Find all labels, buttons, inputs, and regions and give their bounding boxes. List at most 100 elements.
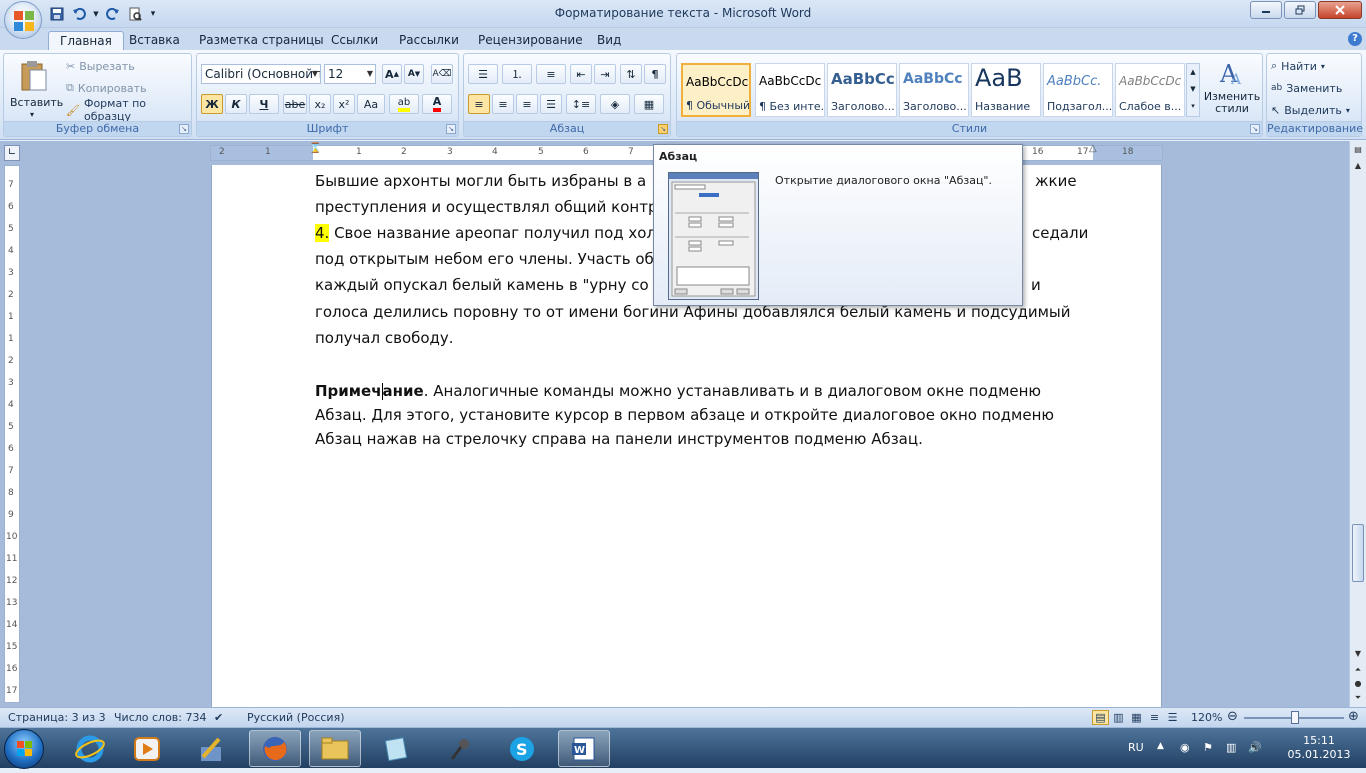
tray-app-icon[interactable]: ◉ <box>1180 741 1190 754</box>
style-title[interactable]: AaB Название <box>971 63 1041 117</box>
file-explorer-icon[interactable] <box>309 730 361 767</box>
change-case-button[interactable]: Aa <box>357 94 385 114</box>
tools-app-icon[interactable] <box>185 730 237 767</box>
align-center-button[interactable]: ≡ <box>492 94 514 114</box>
select-button[interactable]: ↖ Выделить ▾ <box>1271 100 1350 120</box>
numbering-button[interactable]: ⒈ <box>502 64 532 84</box>
page-counter[interactable]: Страница: 3 из 3 <box>8 711 106 724</box>
line-spacing-button[interactable]: ↕≡ <box>566 94 596 114</box>
text-line[interactable]: получал свободу. <box>315 325 1115 351</box>
decrease-indent-button[interactable]: ⇤ <box>570 64 592 84</box>
previous-page-icon[interactable]: ⏶ <box>1351 663 1365 677</box>
shrink-font-button[interactable]: A ▼ <box>404 64 424 84</box>
browse-object-icon[interactable]: ● <box>1351 677 1365 691</box>
borders-button[interactable]: ▦ <box>634 94 664 114</box>
restore-button[interactable] <box>1284 1 1316 19</box>
shading-button[interactable]: ◈ <box>600 94 630 114</box>
tab-review[interactable]: Рецензирование <box>467 31 594 50</box>
network-icon[interactable]: ▥ <box>1226 741 1236 754</box>
font-name-combo[interactable]: Calibri (Основной те ▼ <box>201 64 321 84</box>
scroll-up-icon[interactable]: ▲ <box>1187 64 1199 81</box>
office-button[interactable] <box>4 1 42 39</box>
minimize-button[interactable] <box>1250 1 1282 19</box>
start-button[interactable] <box>4 729 44 769</box>
text-line[interactable]: Абзац нажав на стрелочку справа на панел… <box>315 427 1115 451</box>
tray-flag-icon[interactable]: ⚑ <box>1203 741 1213 754</box>
change-styles-button[interactable]: AA Изменить стили <box>1203 58 1261 118</box>
multilevel-list-button[interactable]: ≡ <box>536 64 566 84</box>
bullets-button[interactable]: ☰ <box>468 64 498 84</box>
justify-button[interactable]: ☰ <box>540 94 562 114</box>
scroll-down-icon[interactable]: ▼ <box>1187 81 1199 98</box>
tab-home[interactable]: Главная <box>48 31 124 50</box>
font-size-combo[interactable]: 12 ▼ <box>324 64 376 84</box>
style-normal[interactable]: AaBbCcDc ¶ Обычный <box>681 63 751 117</box>
style-subtle-emphasis[interactable]: AaBbCcDc Слабое в... <box>1115 63 1185 117</box>
text-line[interactable]: Примечание. Аналогичные команды можно ус… <box>315 379 1115 403</box>
draft-view-icon[interactable]: ☰ <box>1164 710 1181 725</box>
replace-button[interactable]: ab Заменить <box>1271 78 1342 98</box>
style-subtitle[interactable]: AaBbCc. Подзагол... <box>1043 63 1113 117</box>
media-player-icon[interactable] <box>121 730 173 767</box>
tab-references[interactable]: Ссылки <box>320 31 389 50</box>
word-taskbar-icon[interactable]: W <box>558 730 610 767</box>
first-line-indent-icon[interactable]: ⌛ <box>309 143 321 154</box>
highlight-button[interactable]: ab <box>389 94 419 114</box>
tab-insert[interactable]: Вставка <box>118 31 191 50</box>
copy-button[interactable]: ⧉ Копировать <box>66 78 147 98</box>
scroll-down-arrow[interactable]: ▼ <box>1351 647 1365 661</box>
bold-button[interactable]: Ж <box>201 94 223 114</box>
help-icon[interactable]: ? <box>1348 32 1362 46</box>
subscript-button[interactable]: x₂ <box>309 94 331 114</box>
paragraph-launcher-icon[interactable]: ↘ <box>658 124 668 134</box>
style-no-spacing[interactable]: AaBbCcDc ¶ Без инте... <box>755 63 825 117</box>
underline-button[interactable]: Ч <box>249 94 279 114</box>
tab-selector-icon[interactable]: ∟ <box>4 145 20 161</box>
right-indent-icon[interactable]: △ <box>1089 143 1097 154</box>
font-launcher-icon[interactable]: ↘ <box>446 124 456 134</box>
format-painter-button[interactable]: 🖌 Формат по образцу <box>66 97 191 123</box>
print-layout-view-icon[interactable]: ▤ <box>1092 710 1109 725</box>
full-screen-reading-icon[interactable]: ▥ <box>1110 710 1127 725</box>
vertical-ruler[interactable]: 7 6 5 4 3 2 1 1 2 3 4 5 6 7 8 9 10 11 12… <box>4 165 20 703</box>
notes-app-icon[interactable] <box>371 730 423 767</box>
vertical-scrollbar[interactable]: ▤ ▲ ▼ ⏶ ● ⏷ <box>1349 141 1366 707</box>
clock[interactable]: 15:11 05.01.2013 <box>1284 734 1354 762</box>
firefox-icon[interactable] <box>249 730 301 767</box>
tab-mailings[interactable]: Рассылки <box>388 31 470 50</box>
font-color-button[interactable]: A <box>422 94 452 114</box>
next-page-icon[interactable]: ⏷ <box>1351 691 1365 705</box>
scrollbar-thumb[interactable] <box>1352 524 1364 582</box>
zoom-slider-thumb[interactable] <box>1291 711 1299 724</box>
internet-explorer-icon[interactable] <box>64 730 116 767</box>
word-count[interactable]: Число слов: 734 <box>114 711 207 724</box>
show-marks-button[interactable]: ¶ <box>644 64 666 84</box>
ruler-toggle-icon[interactable]: ▤ <box>1351 143 1365 157</box>
paste-button[interactable]: Вставить ▾ <box>10 58 63 119</box>
style-heading1[interactable]: AaBbCc Заголово... <box>827 63 897 117</box>
zoom-in-icon[interactable]: ⊕ <box>1348 709 1359 724</box>
styles-scroll[interactable]: ▲ ▼ ▾ <box>1186 63 1200 117</box>
web-layout-icon[interactable]: ▦ <box>1128 710 1145 725</box>
zoom-out-icon[interactable]: ⊖ <box>1227 709 1238 724</box>
cut-button[interactable]: ✂ Вырезать <box>66 56 135 76</box>
more-styles-icon[interactable]: ▾ <box>1187 98 1199 115</box>
italic-button[interactable]: К <box>225 94 247 114</box>
scroll-up-arrow[interactable]: ▲ <box>1351 159 1365 173</box>
clipboard-launcher-icon[interactable]: ↘ <box>179 124 189 134</box>
language-indicator[interactable]: Русский (Россия) <box>247 711 345 724</box>
strikethrough-button[interactable]: abe <box>283 94 307 114</box>
find-button[interactable]: ⌕ Найти ▾ <box>1271 56 1325 76</box>
outline-view-icon[interactable]: ≡ <box>1146 710 1163 725</box>
show-hidden-icons[interactable]: ▲ <box>1157 741 1164 751</box>
language-tray[interactable]: RU <box>1128 741 1144 754</box>
proofing-icon[interactable]: ✔ <box>214 711 223 724</box>
sort-button[interactable]: ⇅ <box>620 64 642 84</box>
tab-view[interactable]: Вид <box>586 31 632 50</box>
align-left-button[interactable]: ≡ <box>468 94 490 114</box>
close-button[interactable] <box>1318 1 1362 19</box>
style-heading2[interactable]: AaBbCc Заголово... <box>899 63 969 117</box>
grow-font-button[interactable]: A ▲ <box>382 64 402 84</box>
tab-page-layout[interactable]: Разметка страницы <box>188 31 335 50</box>
increase-indent-button[interactable]: ⇥ <box>594 64 616 84</box>
